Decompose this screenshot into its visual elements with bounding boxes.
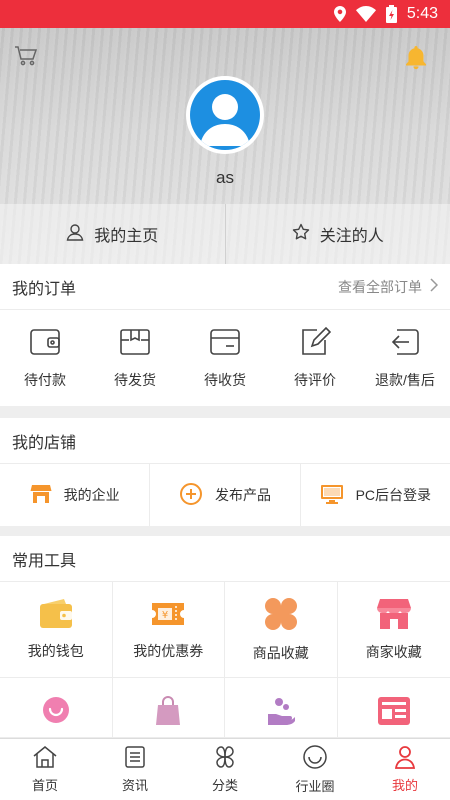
wifi-icon bbox=[355, 6, 376, 22]
nav-news[interactable]: 资讯 bbox=[90, 739, 180, 800]
shop-header: 我的店铺 bbox=[0, 418, 450, 464]
nav-mine-label: 我的 bbox=[391, 778, 418, 793]
pc-admin-login-label: PC后台登录 bbox=[355, 487, 432, 503]
tool-shopping-bag[interactable] bbox=[112, 678, 225, 738]
following-label: 关注的人 bbox=[319, 228, 384, 245]
profile-tabs: 我的主页 关注的人 bbox=[0, 204, 450, 264]
news-icon bbox=[377, 696, 411, 729]
order-refund[interactable]: 退款/售后 bbox=[360, 310, 450, 406]
plus-circle-icon bbox=[179, 482, 203, 509]
orders-section: 我的订单 查看全部订单 待付款 待发货 待收货 待评价 退款/售后 bbox=[0, 264, 450, 406]
tools-grid: 我的钱包 ¥ 我的优惠券 商品收藏 商家收藏 bbox=[0, 582, 450, 738]
tool-merchant-favorites[interactable]: 商家收藏 bbox=[337, 582, 450, 678]
chevron-right-icon bbox=[430, 278, 439, 295]
orders-title: 我的订单 bbox=[12, 280, 77, 298]
clover-icon bbox=[263, 596, 299, 635]
home-icon bbox=[32, 745, 58, 772]
package-icon bbox=[119, 327, 151, 360]
tools-title: 常用工具 bbox=[12, 552, 77, 570]
status-bar: 5:43 bbox=[0, 0, 450, 28]
publish-product[interactable]: 发布产品 bbox=[149, 464, 299, 526]
tools-header: 常用工具 bbox=[0, 536, 450, 582]
tool-product-favorites[interactable]: 商品收藏 bbox=[225, 582, 338, 678]
order-pending-receipt-label: 待收货 bbox=[204, 371, 246, 388]
order-pending-review-label: 待评价 bbox=[294, 371, 336, 388]
person-icon bbox=[394, 745, 416, 772]
order-pending-payment[interactable]: 待付款 bbox=[0, 310, 90, 406]
tool-coupons[interactable]: ¥ 我的优惠券 bbox=[112, 582, 225, 678]
svg-text:¥: ¥ bbox=[162, 610, 168, 621]
cart-icon[interactable] bbox=[14, 45, 38, 72]
nav-industry-circle[interactable]: 行业圈 bbox=[270, 739, 360, 800]
tool-coupons-label: 我的优惠券 bbox=[133, 643, 204, 659]
monitor-icon bbox=[320, 483, 344, 508]
receive-box-icon bbox=[209, 327, 241, 360]
order-pending-review[interactable]: 待评价 bbox=[270, 310, 360, 406]
shop-section: 我的店铺 我的企业 发布产品 PC后台登录 bbox=[0, 418, 450, 526]
order-pending-payment-label: 待付款 bbox=[24, 371, 66, 388]
tool-smile[interactable] bbox=[0, 678, 113, 738]
tool-wallet[interactable]: 我的钱包 bbox=[0, 582, 113, 678]
pc-admin-login[interactable]: PC后台登录 bbox=[299, 464, 450, 526]
publish-product-label: 发布产品 bbox=[214, 487, 271, 503]
battery-icon bbox=[385, 5, 397, 23]
tool-product-favorites-label: 商品收藏 bbox=[252, 645, 309, 661]
nav-category[interactable]: 分类 bbox=[180, 739, 270, 800]
shop-title: 我的店铺 bbox=[12, 434, 77, 452]
order-status-row: 待付款 待发货 待收货 待评价 退款/售后 bbox=[0, 310, 450, 406]
edit-icon bbox=[299, 326, 332, 360]
shop-row: 我的企业 发布产品 PC后台登录 bbox=[0, 464, 450, 526]
location-icon bbox=[333, 6, 346, 22]
clover-outline-icon bbox=[212, 745, 238, 772]
coupon-icon: ¥ bbox=[150, 598, 186, 633]
my-homepage-label: 我的主页 bbox=[94, 228, 159, 245]
return-icon bbox=[389, 327, 421, 360]
tool-wallet-label: 我的钱包 bbox=[27, 643, 84, 659]
order-pending-shipment-label: 待发货 bbox=[114, 371, 156, 388]
nav-news-label: 资讯 bbox=[121, 778, 148, 793]
tools-section: 常用工具 我的钱包 ¥ 我的优惠券 商品收藏 商家收藏 bbox=[0, 536, 450, 738]
my-company[interactable]: 我的企业 bbox=[0, 464, 149, 526]
shopping-bag-icon bbox=[154, 696, 182, 729]
view-all-orders-label: 查看全部订单 bbox=[338, 278, 422, 295]
star-icon bbox=[292, 223, 310, 246]
my-homepage-tab[interactable]: 我的主页 bbox=[0, 204, 225, 264]
document-icon bbox=[123, 745, 147, 772]
profile-header: as 我的主页 关注的人 bbox=[0, 28, 450, 264]
wallet-icon bbox=[29, 327, 61, 360]
view-all-orders-link[interactable]: 查看全部订单 bbox=[338, 277, 439, 297]
tool-merchant-favorites-label: 商家收藏 bbox=[365, 644, 422, 660]
wallet-icon bbox=[38, 598, 74, 633]
nav-home-label: 首页 bbox=[31, 778, 58, 793]
order-pending-shipment[interactable]: 待发货 bbox=[90, 310, 180, 406]
following-tab[interactable]: 关注的人 bbox=[224, 204, 450, 264]
tool-hand[interactable] bbox=[225, 678, 338, 738]
order-refund-label: 退款/售后 bbox=[375, 371, 435, 388]
username: as bbox=[216, 168, 234, 187]
nav-category-label: 分类 bbox=[211, 778, 238, 793]
smile-icon bbox=[42, 696, 70, 727]
nav-mine[interactable]: 我的 bbox=[360, 739, 450, 800]
store-icon bbox=[30, 483, 52, 508]
tool-news[interactable] bbox=[337, 678, 450, 738]
order-pending-receipt[interactable]: 待收货 bbox=[180, 310, 270, 406]
shop-icon bbox=[376, 597, 412, 634]
orders-header: 我的订单 查看全部订单 bbox=[0, 264, 450, 310]
status-time: 5:43 bbox=[406, 5, 438, 22]
hand-icon bbox=[266, 696, 296, 729]
bottom-nav: 首页 资讯 分类 行业圈 我的 bbox=[0, 738, 450, 800]
person-icon bbox=[66, 223, 84, 246]
circle-smile-icon bbox=[302, 744, 328, 773]
nav-industry-circle-label: 行业圈 bbox=[295, 779, 335, 794]
nav-home[interactable]: 首页 bbox=[0, 739, 90, 800]
avatar[interactable] bbox=[186, 76, 264, 154]
my-company-label: 我的企业 bbox=[63, 487, 120, 503]
bell-icon[interactable] bbox=[403, 44, 429, 75]
